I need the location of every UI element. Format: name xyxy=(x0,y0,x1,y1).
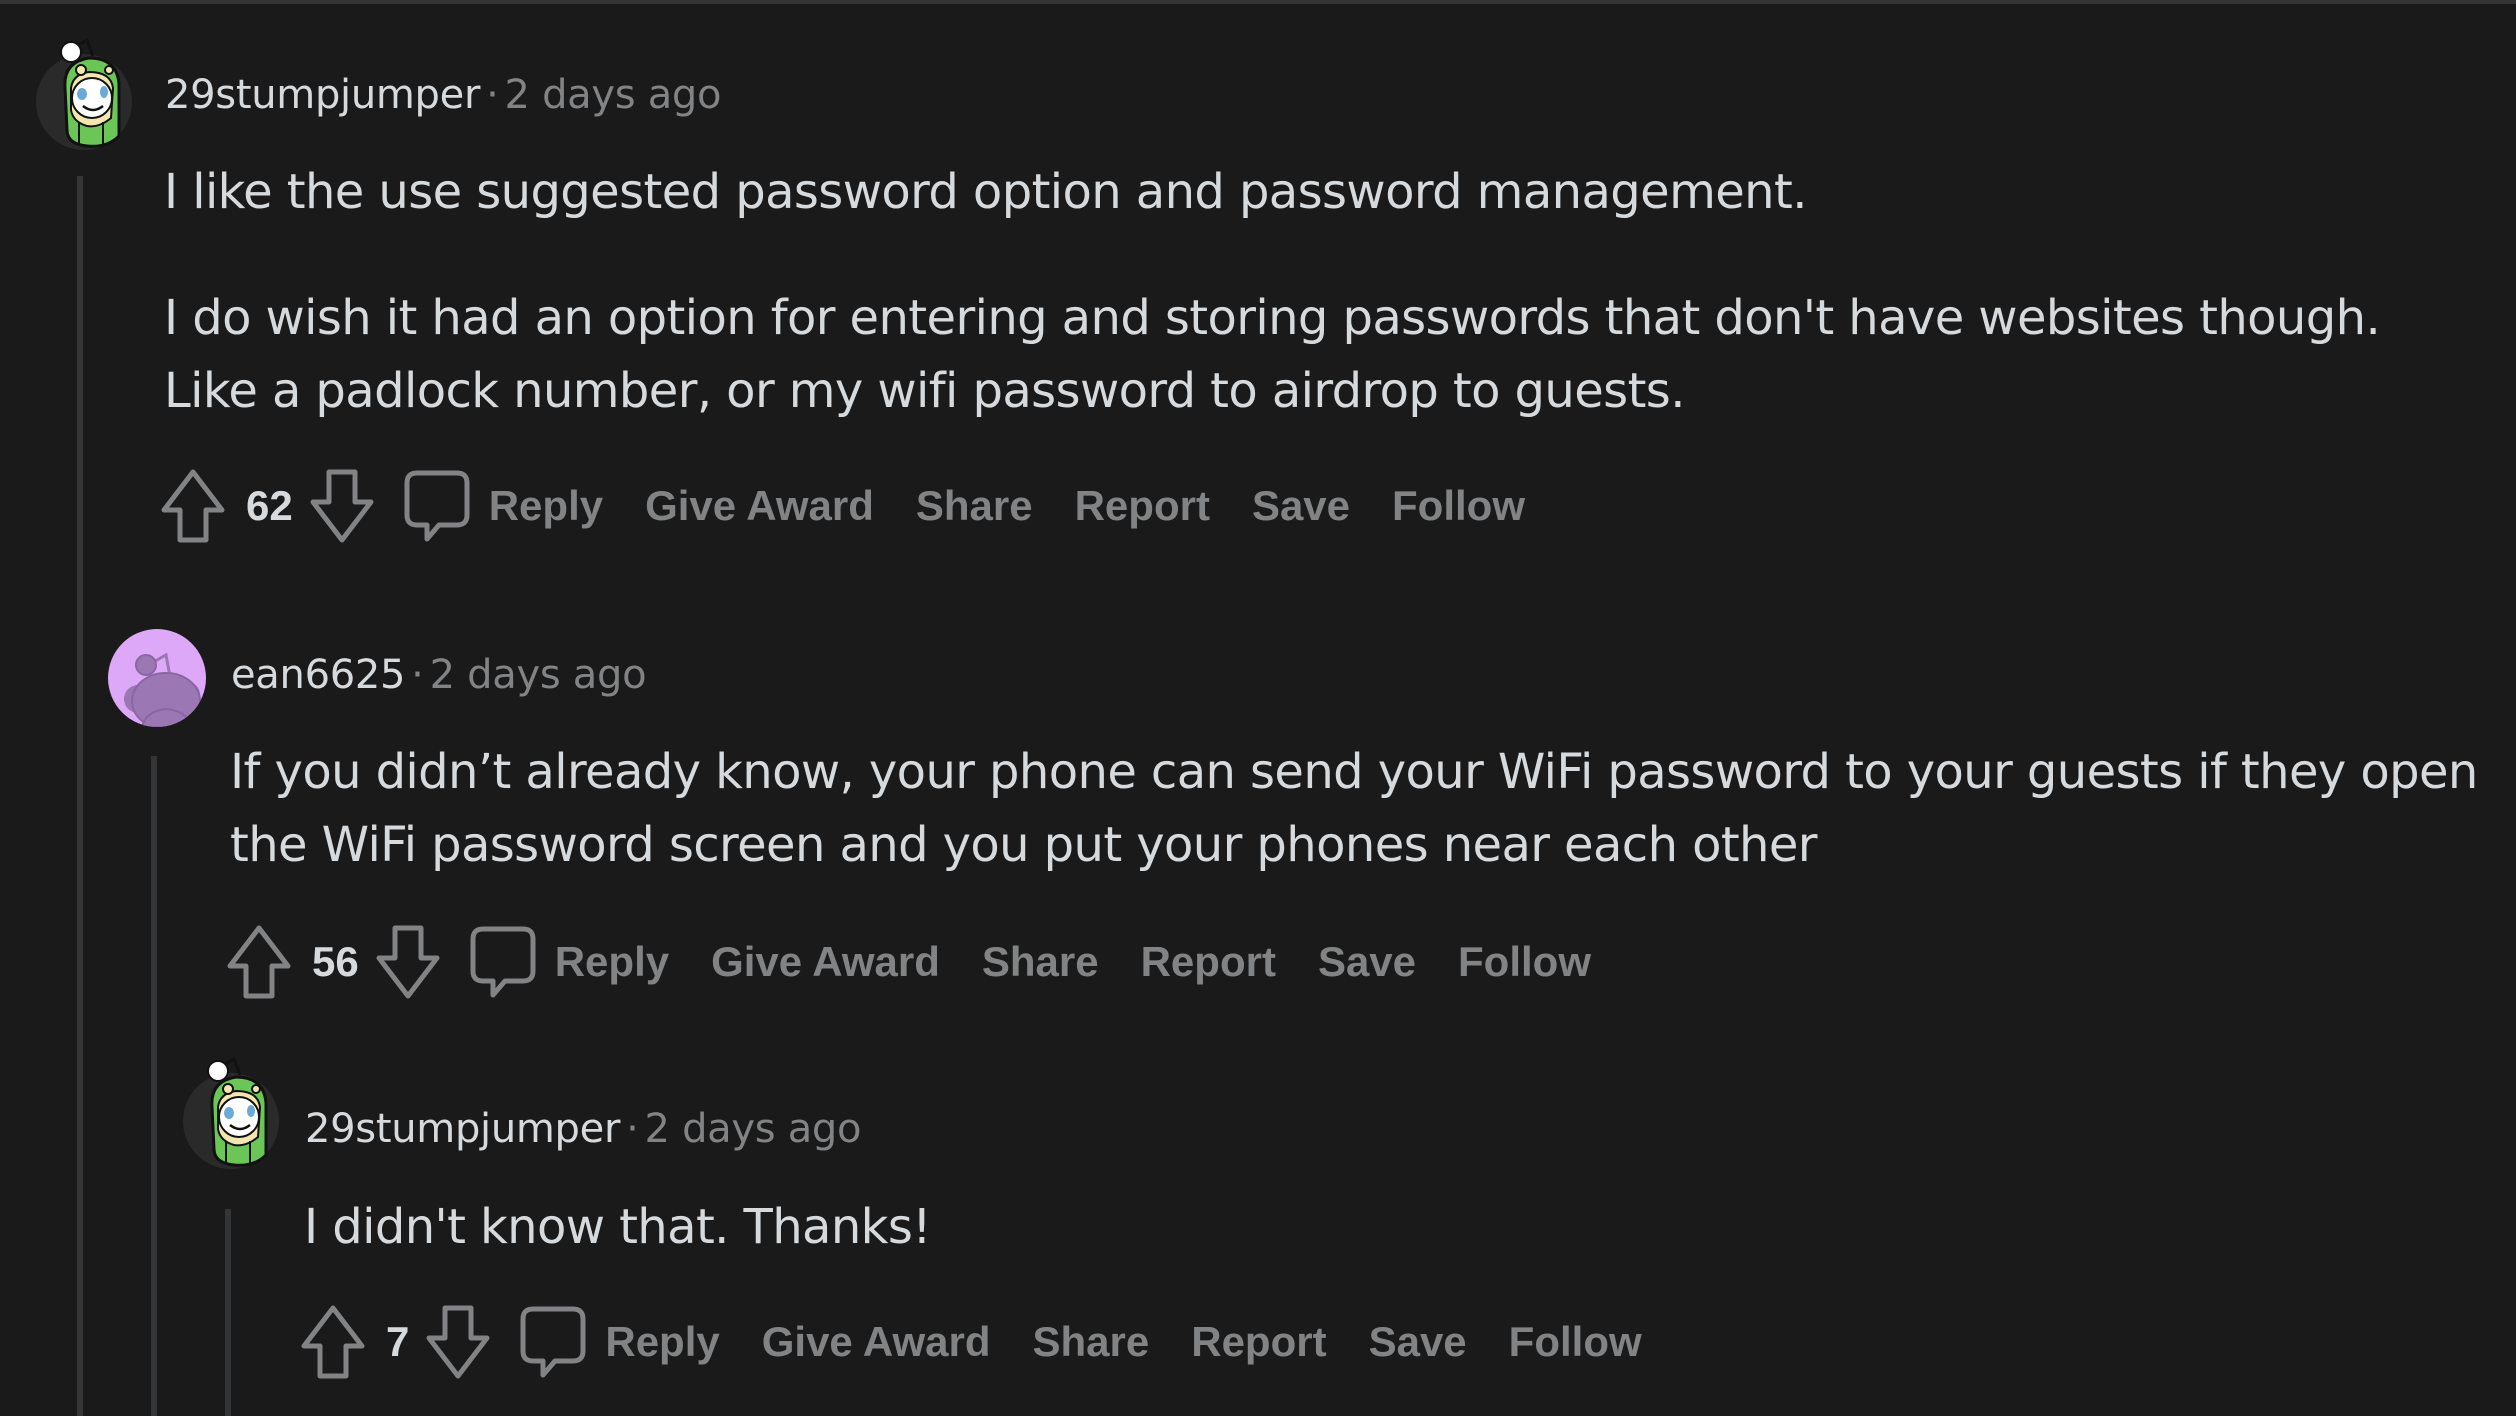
vote-score: 56 xyxy=(312,938,359,985)
thread-line-level-1[interactable] xyxy=(77,176,83,1416)
username-link[interactable]: ean6625 xyxy=(231,652,405,698)
save-button[interactable]: Save xyxy=(1252,482,1350,530)
separator-dot: · xyxy=(486,72,499,118)
comment-bubble-icon[interactable] xyxy=(519,1305,587,1379)
follow-button[interactable]: Follow xyxy=(1458,938,1591,986)
give-award-button[interactable]: Give Award xyxy=(711,938,940,986)
comment-paragraph: I do wish it had an option for entering … xyxy=(164,290,2381,419)
avatar[interactable] xyxy=(35,37,133,150)
upvote-arrow-icon[interactable] xyxy=(300,1304,366,1380)
avatar[interactable] xyxy=(108,629,206,727)
downvote-arrow-icon[interactable] xyxy=(425,1304,491,1380)
reply-button[interactable]: Reply xyxy=(489,482,603,530)
comment-actions: 56 Reply Give Award Share Report Save Fo… xyxy=(226,922,1633,1002)
username-link[interactable]: 29stumpjumper xyxy=(165,72,480,118)
vote-score: 62 xyxy=(246,482,293,529)
username-link[interactable]: 29stumpjumper xyxy=(305,1106,620,1152)
top-border xyxy=(0,0,2516,4)
reply-button[interactable]: Reply xyxy=(555,938,669,986)
comment-header: 29stumpjumper · 2 days ago xyxy=(305,1106,862,1152)
comment-body: If you didn’t already know, your phone c… xyxy=(230,736,2480,882)
share-button[interactable]: Share xyxy=(1033,1318,1150,1366)
save-button[interactable]: Save xyxy=(1369,1318,1467,1366)
comment-actions: 7 Reply Give Award Share Report Save Fol… xyxy=(300,1302,1684,1382)
timestamp[interactable]: 2 days ago xyxy=(430,652,647,698)
separator-dot: · xyxy=(626,1106,639,1152)
comment-bubble-icon[interactable] xyxy=(403,469,471,543)
give-award-button[interactable]: Give Award xyxy=(762,1318,991,1366)
downvote-arrow-icon[interactable] xyxy=(309,468,375,544)
comment-paragraph: I like the use suggested password option… xyxy=(164,164,1807,220)
save-button[interactable]: Save xyxy=(1318,938,1416,986)
comment-paragraph: If you didn’t already know, your phone c… xyxy=(230,744,2478,873)
thread-line-level-2[interactable] xyxy=(151,756,157,1416)
default-snoo-avatar-icon xyxy=(124,652,201,727)
comment-header: ean6625 · 2 days ago xyxy=(231,652,647,698)
timestamp[interactable]: 2 days ago xyxy=(645,1106,862,1152)
upvote-arrow-icon[interactable] xyxy=(160,468,226,544)
comment-bubble-icon[interactable] xyxy=(469,925,537,999)
comment-actions: 62 Reply Give Award Share Report Save Fo… xyxy=(160,466,1567,546)
timestamp[interactable]: 2 days ago xyxy=(505,72,722,118)
reply-button[interactable]: Reply xyxy=(605,1318,719,1366)
thread-line-level-3[interactable] xyxy=(225,1209,231,1416)
avatar[interactable] xyxy=(182,1056,280,1169)
share-button[interactable]: Share xyxy=(982,938,1099,986)
share-button[interactable]: Share xyxy=(916,482,1033,530)
give-award-button[interactable]: Give Award xyxy=(645,482,874,530)
report-button[interactable]: Report xyxy=(1191,1318,1326,1366)
comment-body: I didn't know that. Thanks! xyxy=(304,1191,2454,1264)
snoo-frog-avatar-icon xyxy=(36,37,132,150)
comment-paragraph: I didn't know that. Thanks! xyxy=(304,1199,932,1255)
follow-button[interactable]: Follow xyxy=(1392,482,1525,530)
comment-body: I like the use suggested password option… xyxy=(164,156,2464,428)
vote-score: 7 xyxy=(386,1318,410,1365)
downvote-arrow-icon[interactable] xyxy=(375,924,441,1000)
comment-header: 29stumpjumper · 2 days ago xyxy=(165,72,722,118)
report-button[interactable]: Report xyxy=(1075,482,1210,530)
separator-dot: · xyxy=(411,652,424,698)
snoo-frog-avatar-icon xyxy=(183,1056,279,1169)
upvote-arrow-icon[interactable] xyxy=(226,924,292,1000)
report-button[interactable]: Report xyxy=(1141,938,1276,986)
follow-button[interactable]: Follow xyxy=(1509,1318,1642,1366)
